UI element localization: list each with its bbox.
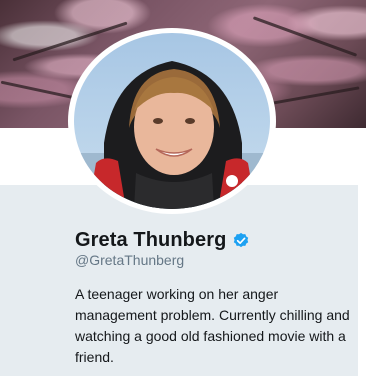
user-handle[interactable]: @GretaThunberg <box>75 252 184 268</box>
banner-branch <box>252 16 358 57</box>
profile-bio: A teenager working on her anger manageme… <box>75 286 350 365</box>
avatar[interactable] <box>74 33 270 209</box>
name-row: Greta Thunberg <box>75 226 250 254</box>
verified-badge-icon <box>234 232 249 248</box>
panel-edge <box>358 185 366 376</box>
display-name[interactable]: Greta Thunberg <box>75 229 226 252</box>
avatar-photo <box>74 61 270 209</box>
banner-branch <box>260 86 360 107</box>
